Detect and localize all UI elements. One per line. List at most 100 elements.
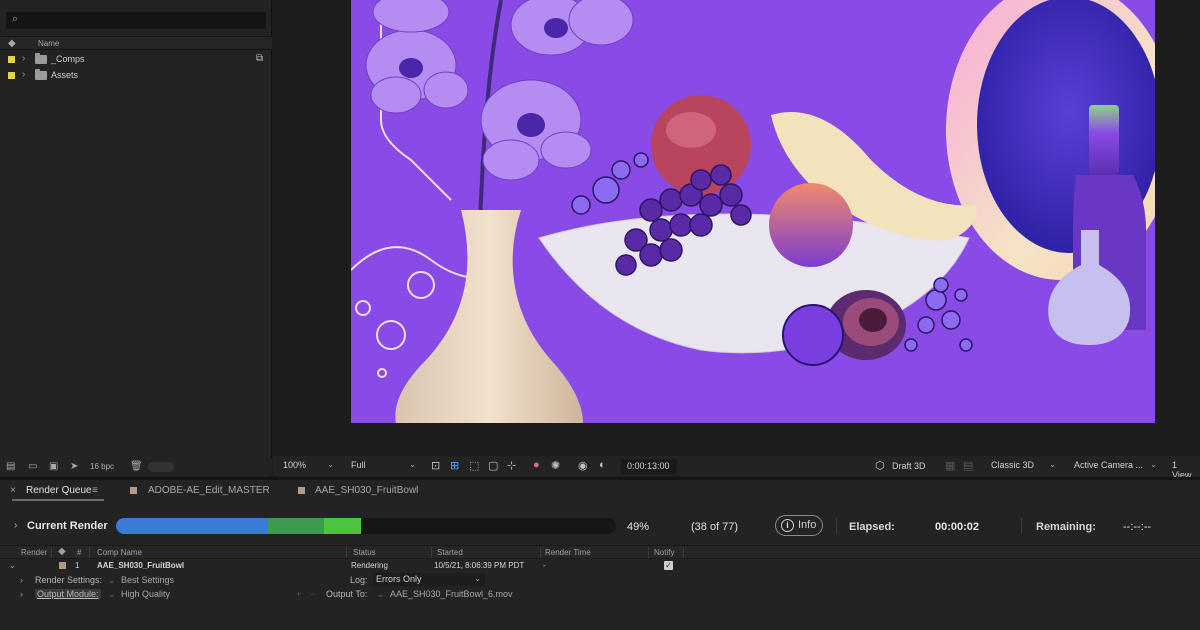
twirl-chevron-icon[interactable]: ›: [20, 575, 23, 585]
magnification-dropdown[interactable]: 100% ⌄: [279, 459, 337, 474]
column-divider[interactable]: [683, 547, 684, 558]
panel-menu-icon[interactable]: ≡: [92, 485, 98, 496]
column-header-number[interactable]: #: [77, 548, 81, 557]
progress-percent: 49%: [627, 521, 650, 533]
module-dropdown-arrow-icon[interactable]: ⌄: [108, 589, 116, 600]
item-status: Rendering: [351, 561, 388, 570]
column-header-notify[interactable]: Notify: [654, 548, 674, 557]
adobe-media-encoder-icon[interactable]: ➤: [70, 461, 78, 472]
search-icon: ⌕: [12, 13, 19, 25]
remaining-label: Remaining:: [1036, 521, 1096, 533]
output-module-value[interactable]: High Quality: [121, 589, 170, 599]
column-header-render-time[interactable]: Render Time: [545, 548, 591, 557]
project-item-comps[interactable]: › _Comps: [0, 52, 272, 68]
column-divider[interactable]: [346, 547, 347, 558]
info-button[interactable]: i Info: [775, 515, 823, 536]
column-header-started[interactable]: Started: [437, 548, 463, 557]
divider: [1021, 518, 1022, 534]
project-scrollbar[interactable]: [148, 462, 174, 472]
label-color-swatch[interactable]: [59, 562, 66, 569]
twirl-chevron-icon[interactable]: ›: [22, 69, 25, 80]
transparency-grid-icon[interactable]: ⊞: [450, 459, 459, 472]
column-divider[interactable]: [540, 547, 541, 558]
mask-visibility-icon[interactable]: ⬚: [469, 459, 479, 472]
twirl-chevron-icon[interactable]: ⌄: [9, 561, 16, 570]
folder-icon: [35, 69, 47, 80]
region-of-interest-icon[interactable]: ▢: [488, 459, 498, 472]
divider: [836, 518, 837, 534]
twirl-chevron-icon[interactable]: ›: [20, 589, 23, 599]
column-divider[interactable]: [51, 547, 52, 558]
name-column-header[interactable]: Name: [38, 39, 59, 48]
3d-view-dropdown[interactable]: Active Camera ... ⌄: [1070, 459, 1160, 474]
draft-3d-icon[interactable]: ⬡: [875, 459, 885, 472]
close-tab-icon[interactable]: ×: [10, 485, 16, 496]
3d-view-value: Active Camera ...: [1074, 460, 1144, 470]
column-divider[interactable]: [431, 547, 432, 558]
new-folder-icon[interactable]: ▭: [28, 461, 37, 472]
extended-viewer-icon[interactable]: ▦: [945, 459, 955, 472]
render-settings-row: › Render Settings: ⌄ Best Settings Log: …: [0, 573, 1200, 587]
item-number: 1: [75, 561, 80, 570]
label-tag-icon[interactable]: ◆: [8, 38, 16, 49]
fast-previews-icon[interactable]: ⊡: [431, 459, 440, 472]
output-dropdown-arrow-icon[interactable]: ⌄: [377, 589, 385, 600]
project-search-input[interactable]: ⌕: [6, 12, 266, 29]
channel-icon[interactable]: ●: [533, 459, 540, 471]
chevron-down-icon: ⌄: [327, 460, 334, 469]
progress-segment-blue: [116, 518, 268, 534]
resolution-dropdown[interactable]: Full ⌄: [347, 459, 419, 474]
project-item-assets[interactable]: › Assets: [0, 68, 272, 84]
tab-render-queue[interactable]: Render Queue: [26, 485, 92, 496]
snapshot-camera-icon[interactable]: ◉: [578, 459, 588, 472]
twirl-chevron-icon[interactable]: ›: [14, 520, 17, 531]
render-settings-value[interactable]: Best Settings: [121, 575, 174, 585]
project-item-label: Assets: [51, 70, 79, 80]
resolution-value: Full: [351, 460, 366, 470]
notify-checkbox[interactable]: ✓: [664, 561, 673, 570]
view-layout-dropdown[interactable]: 1 View: [1168, 459, 1200, 480]
render-queue-item[interactable]: ⌄ 1 AAE_SH030_FruitBowl Rendering 10/5/2…: [0, 559, 1200, 573]
column-header-render[interactable]: Render: [21, 548, 47, 557]
bit-depth-button[interactable]: 16 bpc: [90, 462, 114, 471]
settings-dropdown-arrow-icon[interactable]: ⌄: [108, 575, 116, 586]
label-color-swatch[interactable]: [8, 56, 15, 63]
label-tag-icon[interactable]: ◆: [58, 546, 66, 557]
renderer-dropdown[interactable]: Classic 3D ⌄: [987, 459, 1059, 474]
column-divider[interactable]: [89, 547, 90, 558]
magnification-value: 100%: [283, 460, 307, 470]
label-color-swatch[interactable]: [8, 72, 15, 79]
log-dropdown[interactable]: Errors Only ⌄: [373, 573, 485, 586]
current-time-display[interactable]: 0:00:13:00: [621, 459, 677, 474]
output-module-label[interactable]: Output Module:: [35, 589, 101, 599]
output-to-value[interactable]: AAE_SH030_FruitBowl_6.mov: [390, 589, 513, 599]
column-header-status[interactable]: Status: [353, 548, 376, 557]
fruit-bowl-artwork: [351, 0, 1155, 423]
project-toolbar: ▤ ▭ ▣ ➤ 16 bpc 🗑: [0, 458, 272, 476]
interpret-footage-icon[interactable]: ▤: [6, 461, 15, 472]
folder-icon: [35, 53, 47, 64]
column-divider[interactable]: [648, 547, 649, 558]
tab-adobe-ae-edit-master[interactable]: ADOBE-AE_Edit_MASTER: [148, 485, 270, 496]
show-snapshot-icon[interactable]: ◐: [599, 459, 606, 471]
twirl-chevron-icon[interactable]: ›: [22, 53, 25, 64]
draft-3d-label[interactable]: Draft 3D: [892, 461, 926, 471]
new-composition-icon[interactable]: ▣: [49, 461, 58, 472]
log-label: Log:: [350, 575, 368, 585]
column-header-comp-name[interactable]: Comp Name: [97, 548, 142, 557]
tab-aae-sh030-fruitbowl[interactable]: AAE_SH030_FruitBowl: [315, 485, 418, 496]
chevron-down-icon: ⌄: [409, 460, 416, 469]
item-comp-name[interactable]: AAE_SH030_FruitBowl: [97, 561, 184, 570]
guides-icon[interactable]: ⊹: [507, 459, 516, 472]
render-progress-fill: [116, 518, 361, 534]
project-flowchart-icon[interactable]: ⧉: [256, 53, 263, 64]
active-tab-indicator: [12, 499, 104, 501]
add-output-module-icon[interactable]: +: [296, 589, 301, 599]
composition-canvas[interactable]: [351, 0, 1155, 423]
exposure-icon[interactable]: ✺: [551, 459, 560, 472]
remove-output-module-icon[interactable]: −: [310, 589, 315, 599]
elapsed-value: 00:00:02: [935, 521, 980, 533]
trash-icon[interactable]: 🗑: [130, 461, 143, 472]
current-render-label: Current Render: [27, 520, 108, 532]
3d-ground-plane-icon[interactable]: ▤: [963, 459, 973, 472]
